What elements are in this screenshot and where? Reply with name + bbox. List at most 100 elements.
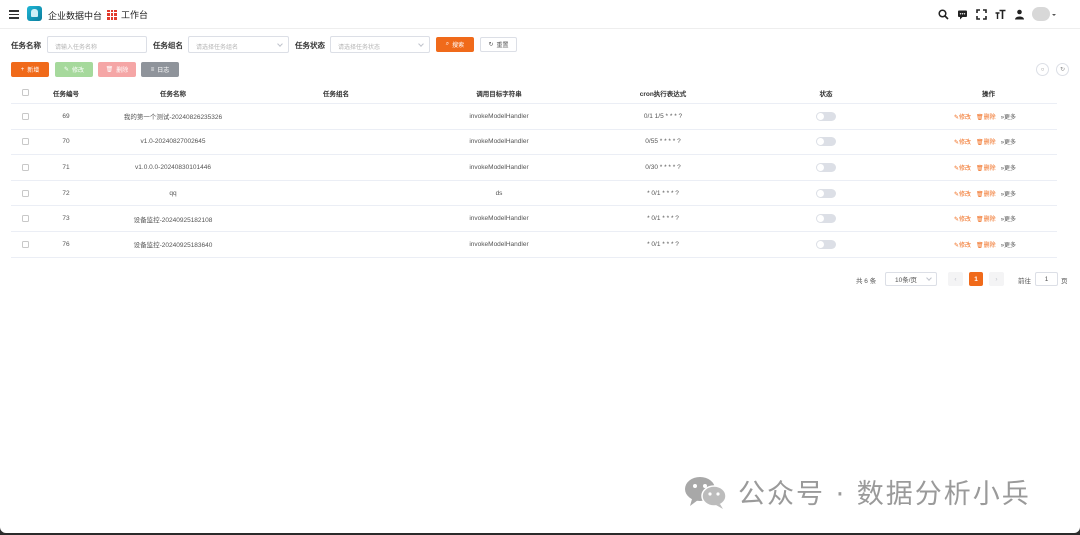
column-header: 操作 [982,90,995,98]
row-more-link[interactable]: »更多 [1001,112,1016,121]
search-icon: ⌕ [445,41,450,47]
cell-name: 设备监控-20240925183640 [133,242,213,250]
chevron-down-icon[interactable] [1052,14,1056,18]
row-more-label: 更多 [1004,217,1017,224]
column-header[interactable]: cron执行表达式 [611,88,715,98]
row-more-label: 更多 [1004,242,1017,249]
row-delete-link[interactable]: 🗑删除 [976,240,996,249]
row-checkbox[interactable] [22,112,29,120]
delete-button[interactable]: 🗑 删除 [98,62,136,77]
row-delete-link[interactable]: 🗑删除 [976,214,996,223]
reset-button[interactable]: ↻ 重置 [480,37,517,52]
row-more-link[interactable]: »更多 [1001,163,1016,172]
column-header[interactable]: 调用目标字符串 [449,88,549,98]
row-checkbox[interactable] [22,163,29,171]
row-edit-link[interactable]: ✎修改 [954,112,971,121]
page-number-button[interactable]: 1 [969,272,983,286]
row-checkbox[interactable] [22,240,29,248]
row-delete-link[interactable]: 🗑删除 [976,137,996,146]
plus-icon: + [20,66,25,73]
search-form: 任务名称 请输入任务名称 任务组名 请选择任务组名 任务状态 请选择任务状态 ⌕… [11,36,531,53]
cell-target: ds [495,189,503,197]
menu-icon[interactable] [9,10,19,19]
pagination-total: 共 6 条 [856,278,877,285]
row-edit-label: 修改 [959,191,972,198]
search-icon[interactable] [937,8,949,20]
status-toggle[interactable] [816,214,836,224]
reset-button-label: 重置 [496,43,509,49]
status-toggle[interactable] [816,162,836,172]
status-toggle[interactable] [816,188,836,198]
row-edit-link[interactable]: ✎修改 [954,189,971,198]
task-group-select[interactable]: 请选择任务组名 [188,36,289,53]
row-edit-link[interactable]: ✎修改 [954,137,971,146]
job-table: 任务编号 任务名称 任务组名 调用目标字符串 cron执行表达式 状态 操作 6… [11,82,1057,258]
log-button[interactable]: ≡ 日志 [141,62,179,77]
row-delete-label: 删除 [983,191,996,198]
row-delete-link[interactable]: 🗑删除 [976,189,996,198]
row-edit-label: 修改 [959,217,972,224]
user-icon[interactable] [1013,8,1025,20]
chevron-down-icon [926,275,932,281]
task-name-input[interactable]: 请输入任务名称 [47,36,147,53]
task-name-label: 任务名称 [11,41,41,50]
delete-button-label: 删除 [116,68,129,74]
row-edit-label: 修改 [959,242,972,249]
goto-page-input[interactable]: 1 [1035,272,1058,286]
cell-cron: * 0/1 * * * ? [647,240,679,248]
select-all-checkbox[interactable] [22,89,29,96]
row-edit-link[interactable]: ✎修改 [954,214,971,223]
task-group-placeholder: 请选择任务组名 [196,45,239,51]
table-row[interactable]: 72 qq ds * 0/1 * * * ? ✎修改 🗑删除 »更多 [11,181,1057,207]
table-row[interactable]: 76 设备监控-20240925183640 invokeModelHandle… [11,232,1057,258]
row-checkbox[interactable] [22,189,29,197]
row-more-link[interactable]: »更多 [1001,240,1016,249]
cell-name: v1.0-20240827002645 [140,138,206,146]
row-delete-link[interactable]: 🗑删除 [976,163,996,172]
hide-search-button[interactable]: ○ [1036,63,1049,76]
add-button[interactable]: + 新增 [11,62,49,77]
message-icon[interactable] [956,8,968,20]
cell-cron: * 0/1 * * * ? [647,189,679,197]
table-row[interactable]: 73 设备监控-20240925182108 invokeModelHandle… [11,206,1057,232]
status-toggle[interactable] [816,137,836,147]
avatar[interactable] [1032,7,1050,21]
prev-page-button[interactable]: ‹ [948,272,963,286]
cell-target: invokeModelHandler [469,112,529,120]
column-header[interactable]: 状态 [806,88,846,98]
app-title[interactable]: 企业数据中台 [48,9,102,22]
row-checkbox[interactable] [22,215,29,223]
status-toggle[interactable] [816,239,836,249]
row-delete-link[interactable]: 🗑删除 [976,112,996,121]
app-logo [27,6,42,21]
table-row[interactable]: 71 v1.0.0.0-20240830101446 invokeModelHa… [11,155,1057,181]
edit-button-label: 修改 [72,68,85,74]
top-navbar: 企业数据中台 工作台 [0,0,1080,29]
search-button[interactable]: ⌕ 搜索 [436,37,474,52]
cell-name: 设备监控-20240925182108 [133,216,213,224]
workbench-link[interactable]: 工作台 [107,8,148,21]
column-header[interactable]: 任务名称 [111,88,235,98]
edit-button[interactable]: ✎ 修改 [55,62,93,77]
fullscreen-icon[interactable] [975,8,987,20]
row-checkbox[interactable] [22,138,29,146]
row-delete-label: 删除 [983,114,996,121]
refresh-table-button[interactable]: ↻ [1056,63,1069,76]
task-status-select[interactable]: 请选择任务状态 [330,36,430,53]
chevron-down-icon [277,41,283,47]
page-size-select[interactable]: 10条/页 [885,272,937,286]
row-more-link[interactable]: »更多 [1001,189,1016,198]
column-header[interactable]: 任务组名 [286,88,386,98]
row-more-link[interactable]: »更多 [1001,137,1016,146]
next-page-button[interactable]: › [989,272,1004,286]
table-row[interactable]: 70 v1.0-20240827002645 invokeModelHandle… [11,130,1057,156]
table-row[interactable]: 69 我的第一个测试-20240826235326 invokeModelHan… [11,104,1057,130]
column-header[interactable]: 任务编号 [41,88,91,98]
row-edit-link[interactable]: ✎修改 [954,163,971,172]
task-status-label: 任务状态 [295,41,325,50]
row-edit-link[interactable]: ✎修改 [954,240,971,249]
font-size-icon[interactable] [994,8,1006,20]
cell-cron: 0/1 1/5 * * * ? [643,112,683,120]
row-more-link[interactable]: »更多 [1001,214,1016,223]
status-toggle[interactable] [816,111,836,121]
